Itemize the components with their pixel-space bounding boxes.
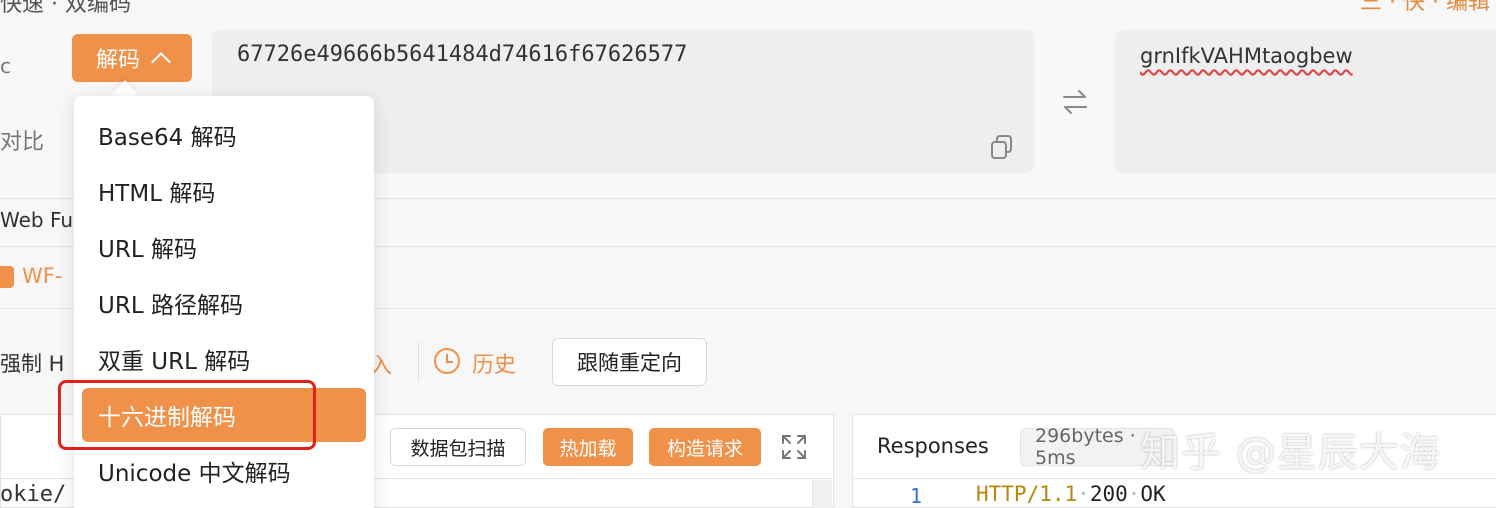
codec-input-value[interactable]: 67726e49666b5641484d74616f67626577 bbox=[237, 42, 687, 67]
top-left-label: 快速 · 双编码 bbox=[0, 0, 131, 17]
compare-label[interactable]: 对比 bbox=[0, 124, 44, 156]
hot-load-button[interactable]: 热加载 bbox=[543, 428, 633, 466]
menu-item-url-decode[interactable]: URL 解码 bbox=[82, 220, 366, 274]
expand-icon[interactable] bbox=[781, 434, 807, 460]
request-scrollbar[interactable] bbox=[812, 480, 832, 508]
database-icon bbox=[0, 266, 14, 288]
line-number: 1 bbox=[910, 484, 923, 508]
http-status-text: OK bbox=[1140, 482, 1166, 506]
chevron-up-icon bbox=[151, 52, 171, 72]
response-status-line[interactable]: HTTP/1.1·200·OK bbox=[976, 482, 1166, 506]
http-protocol: HTTP/1.1 bbox=[976, 482, 1078, 506]
wf-label[interactable]: WF- bbox=[22, 264, 62, 288]
response-title: Responses bbox=[877, 434, 989, 458]
menu-item-base64-decode[interactable]: Base64 解码 bbox=[82, 108, 366, 162]
menu-item-url-path-decode[interactable]: URL 路径解码 bbox=[82, 276, 366, 330]
menu-item-html-decode[interactable]: HTML 解码 bbox=[82, 164, 366, 218]
top-right-label[interactable]: 三 · 快 · 编辑 bbox=[1360, 0, 1490, 16]
selection-highlight-box bbox=[58, 380, 316, 450]
response-header-divider bbox=[852, 478, 1496, 479]
decode-mode-button[interactable]: 解码 bbox=[72, 34, 192, 82]
follow-redirect-button[interactable]: 跟随重定向 bbox=[552, 338, 707, 386]
toolbar-separator bbox=[418, 342, 419, 382]
top-strip bbox=[0, 0, 1496, 10]
build-request-button[interactable]: 构造请求 bbox=[649, 428, 761, 466]
menu-item-double-url-decode[interactable]: 双重 URL 解码 bbox=[82, 332, 366, 386]
clock-icon[interactable] bbox=[434, 348, 460, 374]
request-code-line[interactable]: okie/ bbox=[0, 482, 66, 507]
left-label-c: c bbox=[0, 54, 11, 78]
history-button[interactable]: 历史 bbox=[472, 347, 516, 379]
packet-scan-button[interactable]: 数据包扫描 bbox=[390, 428, 526, 466]
http-status-code: 200 bbox=[1089, 482, 1128, 506]
menu-item-unicode-decode[interactable]: Unicode 中文解码 bbox=[82, 444, 366, 498]
watermark: 知乎 @星辰大海 bbox=[1140, 430, 1441, 476]
copy-icon[interactable] bbox=[990, 134, 1014, 160]
codec-output-value[interactable]: grnIfkVAHMtaogbew bbox=[1140, 44, 1353, 68]
web-fu-label: Web Fu bbox=[0, 208, 74, 232]
decode-mode-label: 解码 bbox=[95, 48, 140, 73]
swap-icon[interactable] bbox=[1060, 88, 1090, 116]
force-http-label[interactable]: 强制 H bbox=[0, 348, 64, 378]
